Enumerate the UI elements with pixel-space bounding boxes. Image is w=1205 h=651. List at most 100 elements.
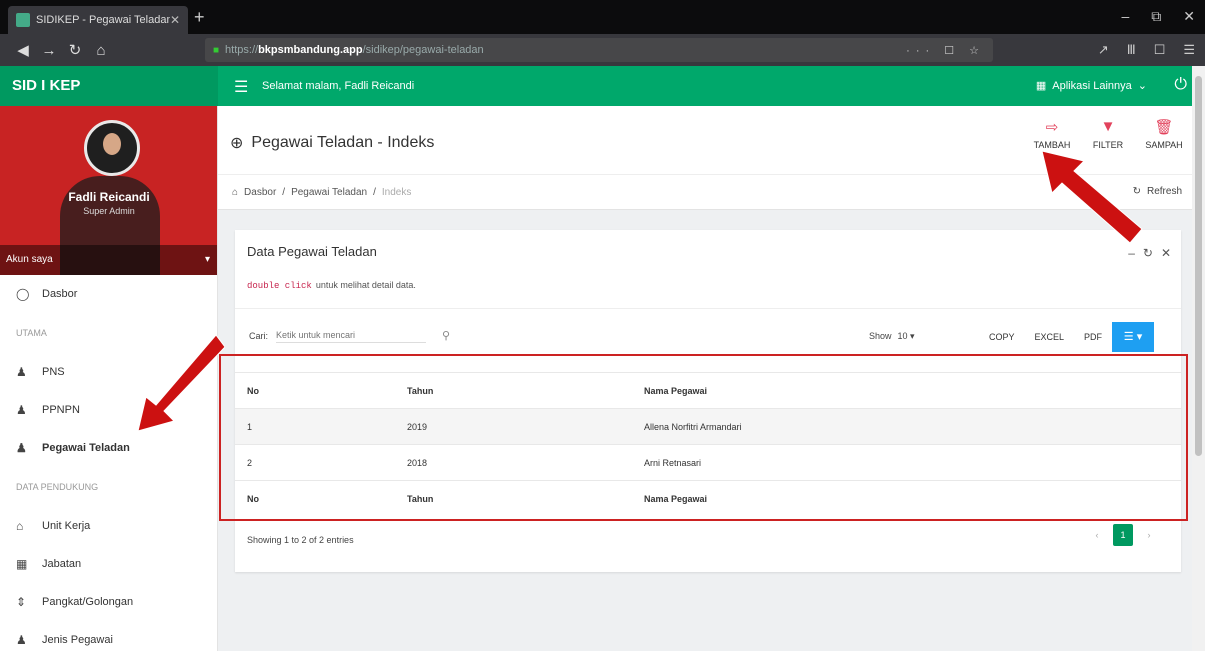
search-area: Cari: ⚲ (249, 328, 450, 343)
url-prefix: https:// (225, 44, 259, 56)
export-buttons: COPY EXCEL PDF ☰ ▾ (979, 322, 1155, 352)
pdf-button[interactable]: PDF (1074, 322, 1113, 352)
toolbar-icon-1[interactable]: ↗ (1098, 42, 1109, 58)
back-icon[interactable]: ◀ (10, 41, 36, 59)
rank-icon: ⇕ (16, 595, 27, 609)
other-apps-dropdown[interactable]: ▦ Aplikasi Lainnya ⌄ (1035, 79, 1147, 93)
close-window-button[interactable]: ✕ (1183, 8, 1195, 25)
profile-name: Fadli Reicandi (68, 190, 150, 204)
breadcrumb-pegawai-teladan[interactable]: Pegawai Teladan (291, 187, 367, 198)
breadcrumb-indeks: Indeks (381, 187, 412, 198)
card-title: Data Pegawai Teladan (247, 244, 377, 259)
page-title: ⊕ Pegawai Teladan - Indeks (230, 133, 434, 153)
breadcrumb-separator: / (282, 187, 286, 198)
lock-icon: ■ (213, 44, 220, 56)
power-icon[interactable]: ⏻ (1174, 76, 1187, 94)
profile-panel: Fadli Reicandi Super Admin Akun saya ▾ (0, 106, 217, 275)
browser-tabbar: SIDIKEP - Pegawai Teladan ✕ + – ⧉ ✕ (0, 0, 1205, 34)
browser-navbar: ◀ → ↻ ⌂ ■ https:// bkpsmbandung.app /sid… (0, 34, 1205, 66)
arrow-to-sidebar-annotation (137, 335, 225, 432)
table-info: Showing 1 to 2 of 2 entries (247, 535, 354, 545)
menu-icon[interactable]: ☰ (1183, 42, 1195, 58)
collapse-icon[interactable]: – (1128, 246, 1135, 260)
plus-circle-icon: ⊕ (230, 135, 244, 152)
excel-button[interactable]: EXCEL (1024, 322, 1075, 352)
scrollbar-thumb[interactable] (1195, 76, 1202, 456)
greeting-text: Selamat malam, Fadli Reicandi (262, 80, 415, 92)
minimize-button[interactable]: – (1121, 8, 1129, 25)
breadcrumb: ⌂ Dasbor / Pegawai Teladan / Indeks (232, 187, 411, 198)
user-icon: ♟ (16, 633, 27, 647)
account-menu[interactable]: Akun saya ▾ (0, 245, 217, 275)
tab-title: SIDIKEP - Pegawai Teladan (36, 14, 170, 26)
show-select[interactable]: 10 ▾ (898, 331, 915, 342)
sidebar-item-label: Unit Kerja (42, 520, 91, 532)
close-card-icon[interactable]: ✕ (1161, 246, 1171, 260)
url-actions[interactable]: ··· ☐ ☆ (906, 44, 985, 57)
add-icon: ⇨ (1045, 119, 1059, 136)
building-icon: ⌂ (16, 519, 24, 533)
forward-icon[interactable]: → (36, 42, 62, 59)
maximize-button[interactable]: ⧉ (1151, 8, 1161, 25)
library-icon[interactable]: Ⅲ (1127, 42, 1136, 58)
brand-logo[interactable]: SID I KEP (0, 66, 218, 106)
search-input[interactable] (276, 328, 427, 343)
card-tools: – ↻ ✕ (1128, 246, 1171, 260)
user-icon: ♟ (16, 365, 27, 379)
refresh-label: Refresh (1146, 186, 1182, 197)
sidebar-item-unit-kerja[interactable]: ⌂ Unit Kerja (0, 507, 217, 545)
window-controls: – ⧉ ✕ (1121, 8, 1195, 25)
pager-next-button[interactable]: › (1139, 524, 1159, 546)
search-label: Cari: (249, 330, 269, 341)
account-label: Akun saya (6, 254, 53, 265)
home-icon: ⌂ (232, 187, 239, 198)
sidebar-item-jenis-pegawai[interactable]: ♟ Jenis Pegawai (0, 621, 217, 651)
search-icon[interactable]: ⚲ (442, 329, 450, 342)
card-hint: double click untuk melihat detail data. (247, 280, 416, 291)
reload-icon[interactable]: ↻ (62, 41, 88, 59)
column-visibility-button[interactable]: ☰ ▾ (1112, 322, 1155, 352)
tab-close-icon[interactable]: ✕ (170, 13, 180, 27)
pager-page-1[interactable]: 1 (1113, 524, 1133, 546)
sidebar-item-label: PPNPN (42, 404, 80, 416)
sidebar-item-jabatan[interactable]: ▦ Jabatan (0, 545, 217, 583)
hint-code: double click (247, 281, 312, 291)
home-outline-icon: ◯ (16, 287, 30, 301)
url-host: bkpsmbandung.app (258, 44, 363, 56)
sidebar-item-pangkat-golongan[interactable]: ⇕ Pangkat/Golongan (0, 583, 217, 621)
copy-button[interactable]: COPY (979, 322, 1025, 352)
breadcrumb-separator: / (373, 187, 376, 198)
show-entries: Show 10 ▾ (869, 331, 915, 342)
sampah-label: SAMPAH (1145, 140, 1183, 150)
page-scrollbar[interactable] (1192, 66, 1205, 651)
hint-text: untuk melihat detail data. (315, 280, 416, 290)
app-header: SID I KEP ☰ Selamat malam, Fadli Reicand… (0, 66, 1205, 106)
filter-icon: ▼ (1100, 118, 1116, 135)
trash-icon: 🗑 (1154, 119, 1174, 136)
sidebar-item-label: Pegawai Teladan (42, 442, 130, 454)
apps-grid-icon: ▦ (1035, 80, 1047, 92)
new-tab-button[interactable]: + (194, 7, 205, 28)
url-bar[interactable]: ■ https:// bkpsmbandung.app /sidikep/peg… (205, 38, 993, 62)
sidebar-item-dasbor[interactable]: ◯ Dasbor (0, 275, 217, 313)
home-icon[interactable]: ⌂ (88, 42, 114, 59)
hamburger-icon[interactable]: ☰ (234, 77, 248, 97)
id-card-icon: ▦ (16, 557, 28, 571)
url-path: /sidikep/pegawai-teladan (362, 44, 484, 56)
table-highlight-box (219, 354, 1188, 521)
sidebar-item-label: Pangkat/Golongan (42, 596, 134, 608)
reload-card-icon[interactable]: ↻ (1143, 246, 1153, 260)
sidebar-item-label: PNS (42, 366, 65, 378)
avatar[interactable] (84, 120, 140, 176)
sidebar-icon[interactable]: ☐ (1154, 42, 1166, 58)
sidebar-item-label: Jenis Pegawai (42, 634, 113, 646)
chevron-down-icon: ⌄ (1137, 80, 1147, 92)
user-star-icon: ♟ (16, 441, 27, 455)
browser-tab[interactable]: SIDIKEP - Pegawai Teladan ✕ (8, 6, 188, 34)
profile-role: Super Admin (83, 206, 135, 216)
pager-prev-button[interactable]: ‹ (1087, 524, 1107, 546)
divider (235, 308, 1181, 309)
breadcrumb-dasbor[interactable]: Dasbor (244, 187, 276, 198)
browser-toolbar-icons: ↗ Ⅲ ☐ ☰ (1098, 42, 1195, 58)
caret-down-icon: ▾ (204, 254, 210, 265)
